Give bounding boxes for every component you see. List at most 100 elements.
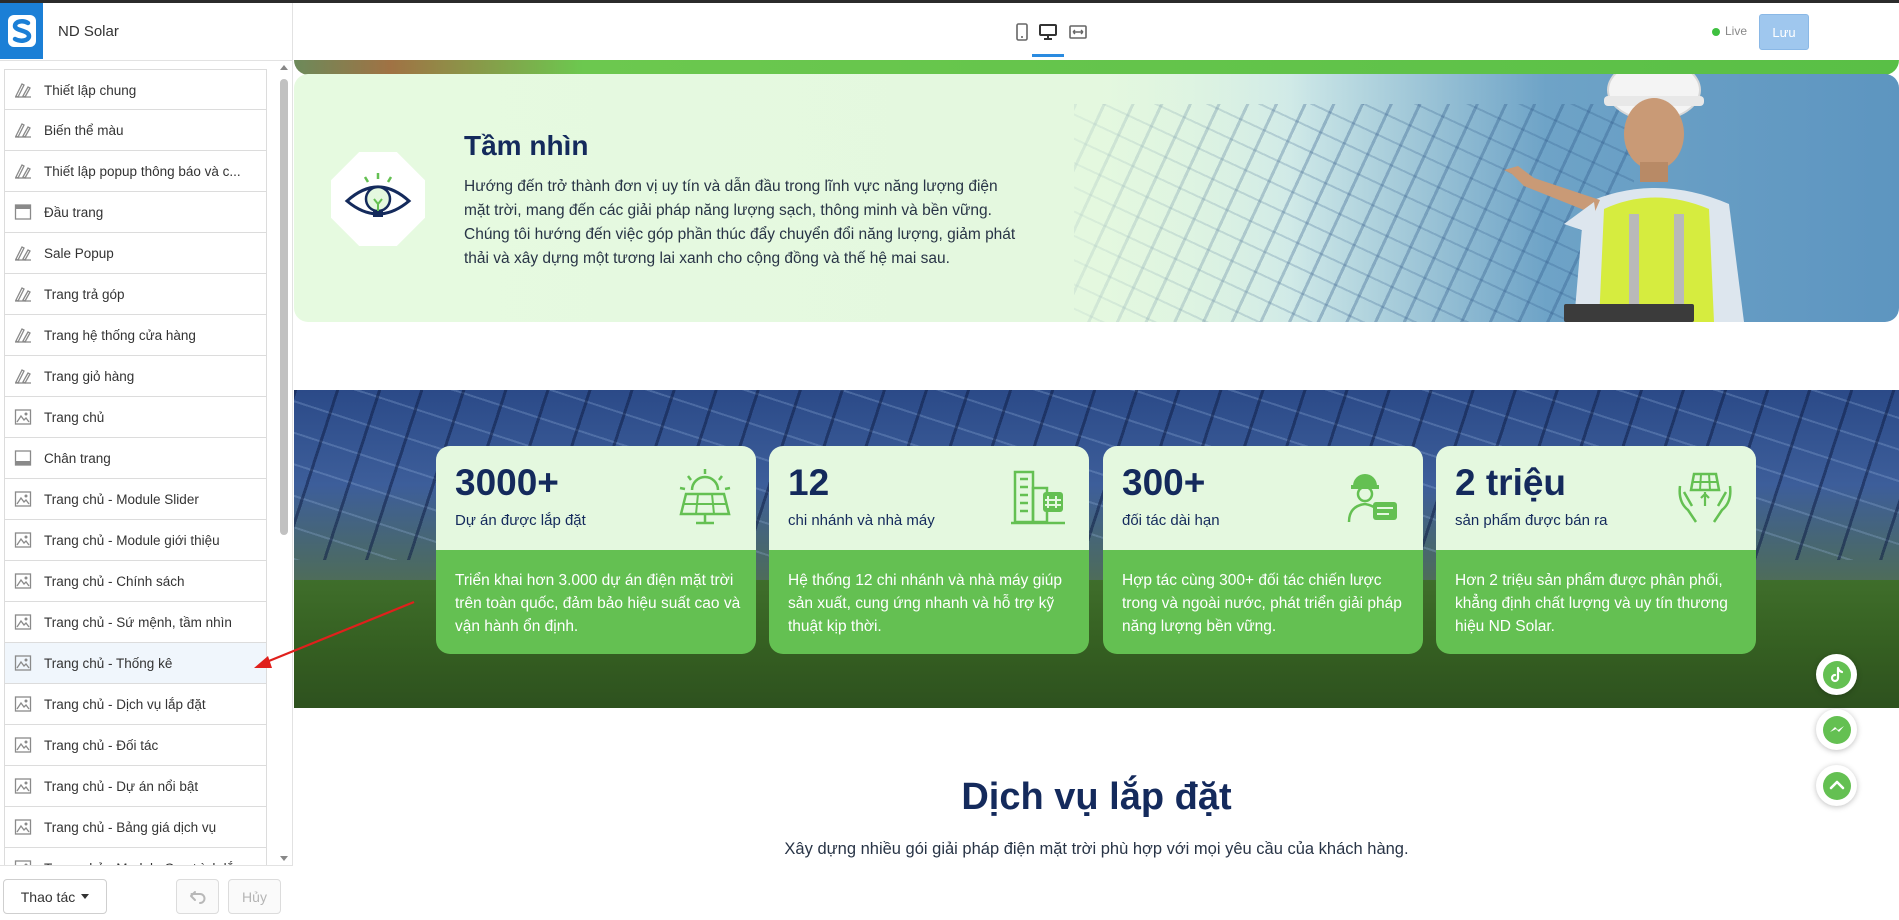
stat-label: Dự án được lắp đặt (455, 512, 586, 529)
sidebar-item-label: Biến thể màu (44, 123, 124, 138)
sidebar-item-label: Trang chủ (44, 410, 105, 425)
sidebar-item[interactable]: Chân trang (4, 438, 267, 479)
stat-card: 3000+ Dự án được lắp đặt Triển khai hơn 3.… (436, 446, 756, 654)
scroll-top-button[interactable] (1816, 765, 1857, 806)
caret-down-icon (81, 894, 90, 899)
scroll-up-arrow[interactable] (280, 65, 288, 70)
section-list: Thiết lập chung Biến thể màu Thiết lập pop… (4, 69, 267, 869)
sidebar-item-label: Trang giỏ hàng (44, 369, 135, 384)
sidebar-item-label: Trang chủ - Chính sách (44, 574, 185, 589)
sidebar-item[interactable]: Trang chủ - Dự án nổi bật (4, 766, 267, 807)
stat-label: đối tác dài hạn (1122, 512, 1220, 529)
sidebar-item-label: Trang chủ - Dịch vụ lắp đặt (44, 697, 206, 712)
stat-description: Hệ thống 12 chi nhánh và nhà máy giúp sả… (788, 572, 1063, 635)
stat-number: 12 (788, 462, 830, 503)
stat-card: 2 triệu sản phẩm được bán ra Hơn 2 triệu s… (1436, 446, 1756, 654)
sidebar-item[interactable]: Trang hệ thống cửa hàng (4, 315, 267, 356)
fullwidth-device-icon (1069, 25, 1087, 39)
vision-description: Hướng đến trở thành đơn vị uy tín và dẫn… (464, 178, 1016, 267)
sidebar-item-label: Trang trả góp (44, 287, 125, 302)
logo-s-icon (7, 15, 36, 47)
services-subtitle: Xây dựng nhiều gói giải pháp điện mặt tr… (784, 840, 1409, 858)
mobile-device-icon (1016, 23, 1028, 41)
sidebar-item-label: Trang chủ - Module Slider (44, 492, 199, 507)
sidebar-item[interactable]: Biến thể màu (4, 110, 267, 151)
messenger-icon (1822, 715, 1851, 744)
previous-section-edge (294, 60, 1899, 75)
stat-card: 12 chi nhánh và nhà máy Hệ thống 12 chi nh… (769, 446, 1089, 654)
stat-description: Triển khai hơn 3.000 dự án điện mặt trời… (455, 572, 741, 635)
sidebar-item-label: Sale Popup (44, 246, 114, 261)
stat-card: 300+ đối tác dài hạn Hợp tác cùng 300+ đối… (1103, 446, 1423, 654)
sidebar-item-label: Thiết lập chung (44, 83, 137, 98)
sidebar-item[interactable]: Trang chủ - Dịch vụ lắp đặt (4, 684, 267, 725)
sidebar-item-label: Trang hệ thống cửa hàng (44, 328, 196, 343)
vision-title: Tầm nhìn (464, 130, 589, 161)
engineer-photo (1504, 74, 1744, 322)
desktop-device-icon (1039, 24, 1057, 40)
stat-label: sản phẩm được bán ra (1455, 512, 1608, 529)
device-desktop-button[interactable] (1036, 21, 1060, 43)
undo-button[interactable] (176, 879, 219, 914)
tiktok-icon (1822, 660, 1851, 689)
store-name: ND Solar (58, 23, 119, 40)
sidebar-item[interactable]: Trang chủ - Chính sách (4, 561, 267, 602)
sidebar-item[interactable]: Trang chủ - Đối tác (4, 725, 267, 766)
stat-description: Hơn 2 triệu sản phẩm được phân phối, khẳ… (1455, 572, 1728, 635)
statistics-section[interactable]: 3000+ Dự án được lắp đặt Triển khai hơn 3.… (294, 390, 1899, 708)
scroll-thumb[interactable] (280, 79, 288, 535)
sidebar-item[interactable]: Trang chủ - Module Slider (4, 479, 267, 520)
sidebar-item-label: Trang chủ - Đối tác (44, 738, 159, 753)
services-title: Dịch vụ lắp đặt (961, 776, 1232, 818)
sidebar-item-label: Trang chủ - Module giới thiệu (44, 533, 220, 548)
sidebar-item[interactable]: Trang chủ (4, 397, 267, 438)
scroll-top-icon (1822, 771, 1851, 800)
stat-label: chi nhánh và nhà máy (788, 512, 935, 529)
sidebar-item-label: Trang chủ - Thống kê (44, 656, 173, 671)
sidebar-scrollbar[interactable] (277, 65, 291, 865)
undo-icon (189, 890, 205, 904)
stat-number: 300+ (1122, 462, 1206, 503)
stat-description: Hợp tác cùng 300+ đối tác chiến lược tro… (1122, 572, 1402, 635)
section-list-viewport[interactable]: Thiết lập chung Biến thể màu Thiết lập pop… (0, 69, 280, 869)
solar-panel-sun-icon (674, 466, 736, 533)
website-preview[interactable]: Tầm nhìn Hướng đến trở thành đơn vị uy t… (294, 60, 1899, 920)
sidebar-item-label: Trang chủ - Sứ mệnh, tầm nhìn (44, 615, 232, 630)
sidebar-item-label: Trang chủ - Bảng giá dịch vụ (44, 820, 217, 835)
device-mobile-button[interactable] (1010, 21, 1034, 43)
hands-solar-panel-icon (1674, 466, 1736, 533)
save-button[interactable]: Lưu (1759, 14, 1809, 50)
divider (0, 60, 293, 61)
sidebar-item-label: Chân trang (44, 451, 111, 466)
worker-partner-icon (1341, 466, 1403, 533)
sidebar-item[interactable]: Trang giỏ hàng (4, 356, 267, 397)
backdrop-fade (994, 74, 1314, 322)
live-status-label: Live (1725, 24, 1748, 38)
sidebar-item[interactable]: Thiết lập popup thông báo và c... (4, 151, 267, 192)
sidebar-item[interactable]: Sale Popup (4, 233, 267, 274)
editor-toolbar: Live Lưu (294, 3, 1899, 60)
messenger-button[interactable] (1816, 709, 1857, 750)
sidebar-item[interactable]: Trang trả góp (4, 274, 267, 315)
sidebar-item[interactable]: Thiết lập chung (4, 69, 267, 110)
sidebar-footer: Thao tác Hủy (0, 865, 293, 920)
vision-icon-badge (331, 152, 425, 246)
actions-dropdown-button[interactable]: Thao tác (3, 879, 107, 914)
theme-sidebar: ND Solar Thiết lập chung Biến thể màu Thiế… (0, 3, 293, 920)
buildings-icon (1007, 466, 1069, 533)
eye-lightbulb-icon (344, 173, 412, 217)
annotation-arrow (254, 600, 415, 668)
sidebar-item[interactable]: Trang chủ - Bảng giá dịch vụ (4, 807, 267, 848)
sidebar-item[interactable]: Trang chủ - Module giới thiệu (4, 520, 267, 561)
live-status-dot (1712, 28, 1720, 36)
vision-section[interactable]: Tầm nhìn Hướng đến trở thành đơn vị uy t… (294, 74, 1899, 322)
stat-number: 2 triệu (1455, 462, 1567, 503)
tiktok-button[interactable] (1816, 654, 1857, 695)
cancel-button[interactable]: Hủy (228, 879, 281, 914)
sidebar-item[interactable]: Trang chủ - Thống kê (4, 643, 267, 684)
device-fullwidth-button[interactable] (1066, 21, 1090, 43)
sidebar-item[interactable]: Đầu trang (4, 192, 267, 233)
scroll-down-arrow[interactable] (280, 856, 288, 861)
sidebar-item[interactable]: Trang chủ - Sứ mệnh, tầm nhìn (4, 602, 267, 643)
app-logo[interactable] (0, 3, 43, 59)
